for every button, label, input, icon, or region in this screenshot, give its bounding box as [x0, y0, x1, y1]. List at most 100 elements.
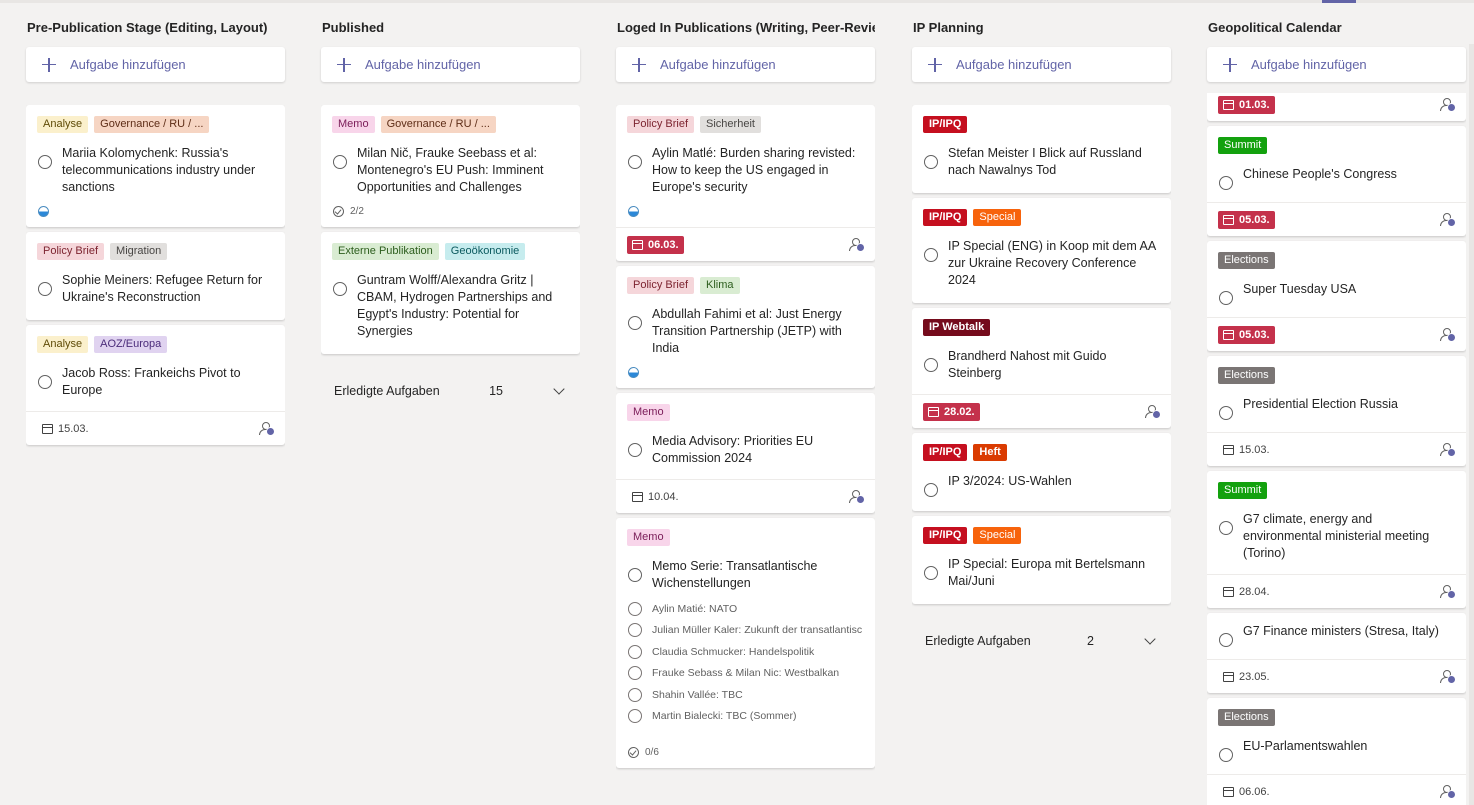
task-title[interactable]: G7 Finance ministers (Stresa, Italy) [1243, 623, 1439, 640]
task-card[interactable]: Memo Memo Serie: Transatlantische Wichens… [616, 518, 875, 768]
subtask-item[interactable]: Aylin Matié: NATO [616, 598, 875, 620]
bucket-title[interactable]: Geopolitical Calendar [1208, 20, 1466, 35]
task-title[interactable]: Memo Serie: Transatlantische Wichenstell… [652, 558, 863, 592]
due-date-badge[interactable]: 28.04. [1218, 583, 1275, 601]
task-title[interactable]: IP Special: Europa mit Bertelsmann Mai/J… [948, 556, 1159, 590]
complete-checkbox[interactable] [38, 375, 52, 389]
task-card[interactable]: Memo Media Advisory: Priorities EU Commis… [616, 393, 875, 513]
task-card[interactable]: IP/IPQ Special IP Special (ENG) in Koop mi… [912, 198, 1171, 303]
complete-checkbox[interactable] [1219, 406, 1233, 420]
task-card[interactable]: 01.03. [1207, 93, 1466, 121]
due-date-badge[interactable]: 06.06. [1218, 783, 1275, 801]
due-date-badge[interactable]: 28.02. [923, 402, 980, 421]
bucket-title[interactable]: Loged In Publications (Writing, Peer-Rev… [617, 20, 875, 35]
complete-checkbox[interactable] [628, 443, 642, 457]
task-title[interactable]: EU-Parlamentswahlen [1243, 738, 1367, 755]
subtask-checkbox[interactable] [628, 687, 642, 702]
task-title[interactable]: Jacob Ross: Frankeichs Pivot to Europe [62, 365, 273, 399]
assign-person-icon[interactable] [849, 489, 865, 504]
subtask-checkbox[interactable] [628, 623, 642, 638]
completed-tasks-toggle[interactable]: Erledigte Aufgaben 2 [912, 626, 1171, 656]
complete-checkbox[interactable] [924, 566, 938, 580]
task-title[interactable]: G7 climate, energy and environmental min… [1243, 511, 1454, 562]
task-card[interactable]: IP/IPQ Heft IP 3/2024: US-Wahlen [912, 433, 1171, 511]
subtask-checkbox[interactable] [628, 709, 642, 724]
due-date-badge[interactable]: 05.03. [1218, 325, 1275, 344]
task-title[interactable]: Stefan Meister I Blick auf Russland nach… [948, 145, 1159, 179]
completed-tasks-toggle[interactable]: Erledigte Aufgaben 15 [321, 376, 580, 406]
complete-checkbox[interactable] [924, 155, 938, 169]
add-task-button[interactable]: Aufgabe hinzufügen [26, 47, 285, 82]
assign-person-icon[interactable] [849, 237, 865, 252]
add-task-button[interactable]: Aufgabe hinzufügen [1207, 47, 1466, 82]
assign-person-icon[interactable] [1440, 442, 1456, 457]
task-card[interactable]: Externe Publikation Geoökonomie Guntram Wo… [321, 232, 580, 354]
task-title[interactable]: Aylin Matlé: Burden sharing revisted: Ho… [652, 145, 863, 196]
task-title[interactable]: Milan Nič, Frauke Seebass et al: Montene… [357, 145, 568, 196]
task-card[interactable]: IP/IPQ Stefan Meister I Blick auf Russlan… [912, 105, 1171, 193]
due-date-badge[interactable]: 10.04. [627, 488, 684, 506]
complete-checkbox[interactable] [38, 155, 52, 169]
task-card[interactable]: Elections Presidential Election Russia 15.… [1207, 356, 1466, 466]
complete-checkbox[interactable] [1219, 633, 1233, 647]
subtask-item[interactable]: Martin Bialecki: TBC (Sommer) [616, 706, 875, 728]
assign-person-icon[interactable] [1440, 584, 1456, 599]
task-card[interactable]: Summit Chinese People's Congress 05.03. [1207, 126, 1466, 236]
task-card[interactable]: Policy Brief Klima Abdullah Fahimi et al: … [616, 266, 875, 388]
task-title[interactable]: Media Advisory: Priorities EU Commission… [652, 433, 863, 467]
task-card[interactable]: Elections EU-Parlamentswahlen 06.06. [1207, 698, 1466, 805]
task-title[interactable]: IP Special (ENG) in Koop mit dem AA zur … [948, 238, 1159, 289]
due-date-badge[interactable]: 15.03. [37, 420, 94, 438]
complete-checkbox[interactable] [628, 155, 642, 169]
due-date-badge[interactable]: 06.03. [627, 235, 684, 254]
add-task-button[interactable]: Aufgabe hinzufügen [321, 47, 580, 82]
complete-checkbox[interactable] [333, 282, 347, 296]
task-title[interactable]: Guntram Wolff/Alexandra Gritz | CBAM, Hy… [357, 272, 568, 340]
task-card[interactable]: IP/IPQ Special IP Special: Europa mit Bert… [912, 516, 1171, 604]
task-card[interactable]: Memo Governance / RU / ... Milan Nič, Frau… [321, 105, 580, 227]
complete-checkbox[interactable] [333, 155, 347, 169]
task-title[interactable]: Presidential Election Russia [1243, 396, 1398, 413]
assign-person-icon[interactable] [1440, 784, 1456, 799]
task-card[interactable]: Summit G7 climate, energy and environment… [1207, 471, 1466, 608]
task-card[interactable]: Analyse AOZ/Europa Jacob Ross: Frankeichs … [26, 325, 285, 445]
task-card[interactable]: IP Webtalk Brandherd Nahost mit Guido Ste… [912, 308, 1171, 428]
complete-checkbox[interactable] [628, 316, 642, 330]
complete-checkbox[interactable] [1219, 521, 1233, 535]
task-title[interactable]: IP 3/2024: US-Wahlen [948, 473, 1072, 490]
task-card[interactable]: Analyse Governance / RU / ... Mariia Kolom… [26, 105, 285, 227]
subtask-item[interactable]: Frauke Sebass & Milan Nic: Westbalkan [616, 663, 875, 685]
task-title[interactable]: Sophie Meiners: Refugee Return for Ukrai… [62, 272, 273, 306]
complete-checkbox[interactable] [924, 248, 938, 262]
task-title[interactable]: Brandherd Nahost mit Guido Steinberg [948, 348, 1159, 382]
subtask-item[interactable]: Shahin Vallée: TBC [616, 684, 875, 706]
bucket-title[interactable]: Published [322, 20, 580, 35]
complete-checkbox[interactable] [1219, 176, 1233, 190]
add-task-button[interactable]: Aufgabe hinzufügen [912, 47, 1171, 82]
task-title[interactable]: Chinese People's Congress [1243, 166, 1397, 183]
due-date-badge[interactable]: 01.03. [1218, 95, 1275, 114]
subtask-checkbox[interactable] [628, 644, 642, 659]
assign-person-icon[interactable] [259, 421, 275, 436]
complete-checkbox[interactable] [1219, 291, 1233, 305]
complete-checkbox[interactable] [628, 568, 642, 582]
assign-person-icon[interactable] [1440, 212, 1456, 227]
add-task-button[interactable]: Aufgabe hinzufügen [616, 47, 875, 82]
task-card[interactable]: Policy Brief Sicherheit Aylin Matlé: Burde… [616, 105, 875, 261]
subtask-checkbox[interactable] [628, 601, 642, 616]
subtask-item[interactable]: Julian Müller Kaler: Zukunft der transat… [616, 620, 875, 642]
task-card[interactable]: Policy Brief Migration Sophie Meiners: Ref… [26, 232, 285, 320]
complete-checkbox[interactable] [924, 358, 938, 372]
complete-checkbox[interactable] [1219, 748, 1233, 762]
assign-person-icon[interactable] [1440, 669, 1456, 684]
subtask-checkbox[interactable] [628, 666, 642, 681]
due-date-badge[interactable]: 15.03. [1218, 441, 1275, 459]
task-title[interactable]: Abdullah Fahimi et al: Just Energy Trans… [652, 306, 863, 357]
due-date-badge[interactable]: 23.05. [1218, 668, 1275, 686]
bucket-title[interactable]: Pre-Publication Stage (Editing, Layout) [27, 20, 285, 35]
vertical-scrollbar[interactable] [1469, 44, 1474, 805]
task-title[interactable]: Mariia Kolomychenk: Russia's telecommuni… [62, 145, 273, 196]
assign-person-icon[interactable] [1440, 327, 1456, 342]
task-card[interactable]: G7 Finance ministers (Stresa, Italy) 23.0… [1207, 613, 1466, 693]
bucket-title[interactable]: IP Planning [913, 20, 1171, 35]
